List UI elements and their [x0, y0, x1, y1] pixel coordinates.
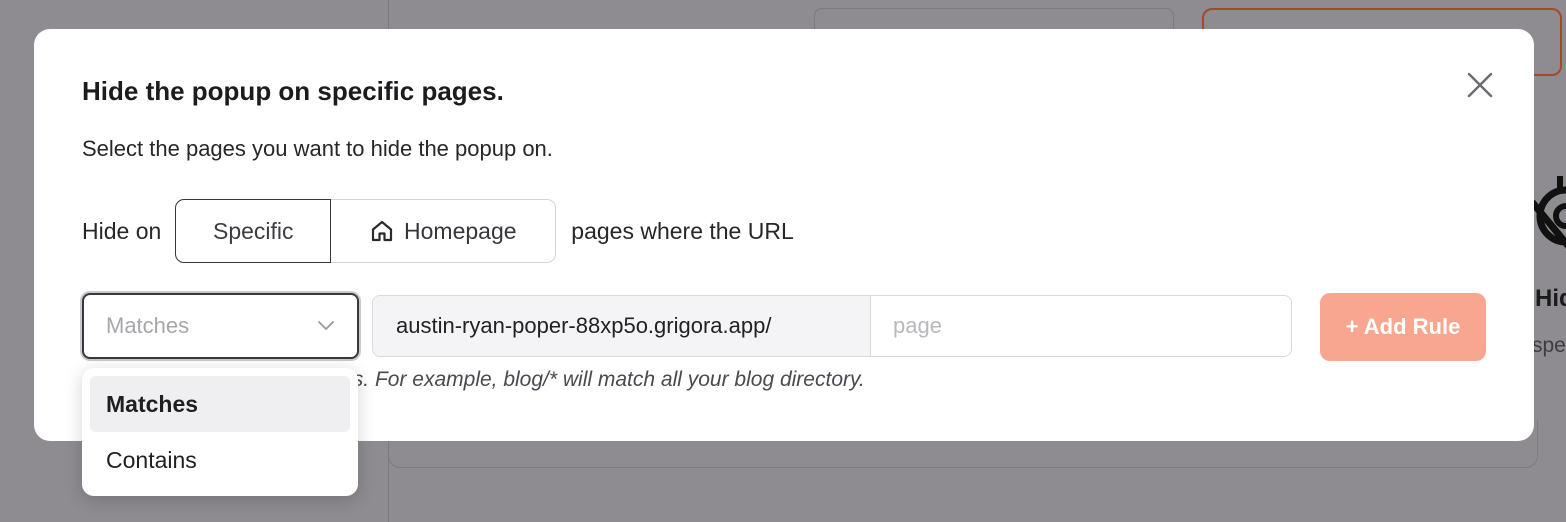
hide-on-row: Hide on Specific Homepage pages where th…: [82, 199, 794, 263]
specific-pages-button[interactable]: Specific: [175, 199, 332, 263]
match-type-value: Matches: [106, 313, 190, 338]
add-rule-button[interactable]: + Add Rule: [1320, 293, 1486, 361]
help-text-visible: racters. For example, blog/* will match …: [299, 368, 865, 391]
homepage-label: Homepage: [404, 217, 517, 244]
modal-description: Select the pages you want to hide the po…: [82, 136, 553, 161]
chevron-down-icon: [318, 321, 334, 330]
url-prefix: austin-ryan-poper-88xp5o.grigora.app/: [373, 296, 871, 356]
close-icon: [1467, 72, 1493, 98]
background-card-title: Hid: [1535, 285, 1566, 312]
url-condition-label: pages where the URL: [571, 217, 794, 244]
page-type-segmented-control: Specific Homepage: [175, 199, 557, 263]
home-icon: [371, 220, 393, 242]
specific-pages-label: Specific: [213, 217, 294, 244]
hide-on-label: Hide on: [82, 217, 162, 244]
homepage-button[interactable]: Homepage: [331, 199, 557, 263]
match-type-select[interactable]: Matches: [82, 293, 359, 359]
dropdown-option-matches[interactable]: Matches: [90, 376, 350, 432]
url-input-group: austin-ryan-poper-88xp5o.grigora.app/: [372, 295, 1292, 357]
rule-row: Matches austin-ryan-poper-88xp5o.grigora…: [34, 293, 1534, 361]
modal-title: Hide the popup on specific pages.: [82, 76, 504, 106]
match-type-dropdown-menu: Matches Contains: [82, 368, 358, 496]
background-card-subtitle: spe: [1532, 334, 1566, 357]
eye-off-icon: [1530, 176, 1566, 249]
dropdown-option-contains[interactable]: Contains: [90, 432, 350, 488]
close-button[interactable]: [1462, 67, 1498, 103]
url-path-input[interactable]: [871, 296, 1291, 356]
